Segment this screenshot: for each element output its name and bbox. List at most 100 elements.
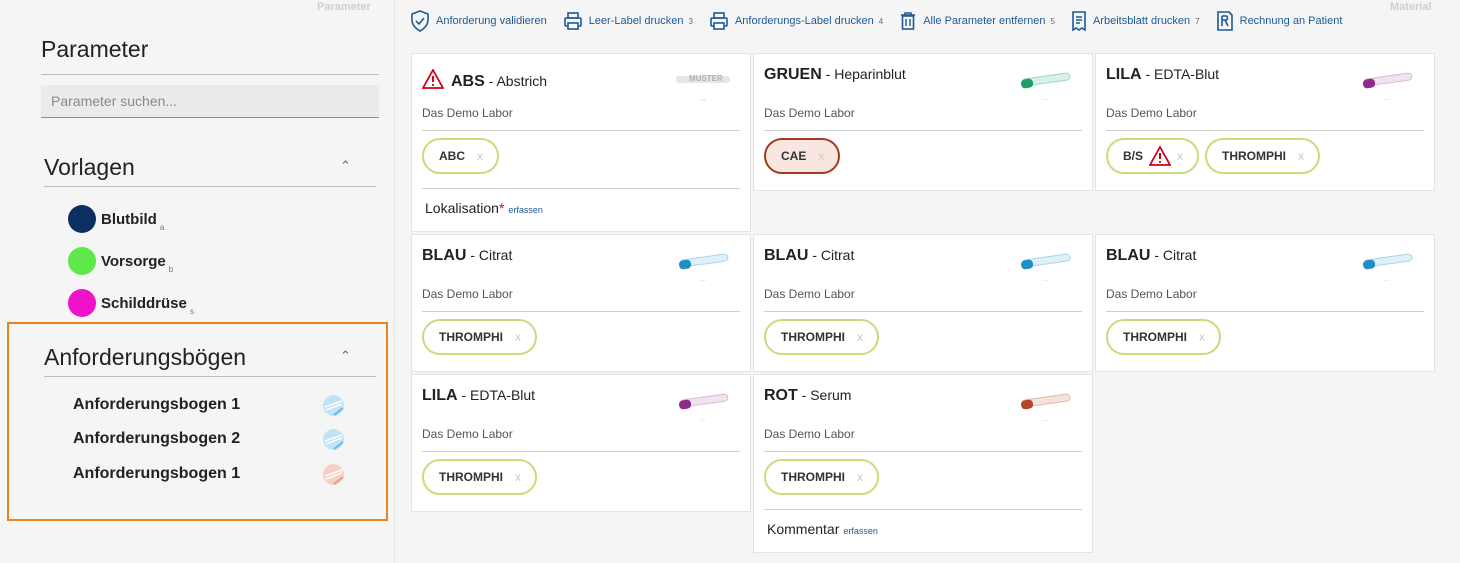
muster-tube-icon: MUSTER	[674, 70, 732, 104]
card-divider	[422, 451, 740, 452]
material-code: ROT	[764, 387, 798, 404]
action-toolbar: Anforderung validieren Leer-Label drucke…	[410, 9, 1358, 33]
chip-remove-icon[interactable]: x	[515, 470, 521, 484]
material-card-blau: BLAU - Citrat Das Demo Labor THROMPHI x	[411, 234, 751, 372]
material-card-gruen: GRUEN - Heparinblut Das Demo Labor CAE x	[753, 53, 1093, 191]
parameter-chip[interactable]: B/S x	[1106, 138, 1200, 174]
toolbar-label: Arbeitsblatt drucken	[1092, 15, 1191, 27]
parameter-search-input[interactable]	[41, 85, 379, 118]
card-footer-divider	[764, 509, 1082, 510]
salmon-sheet-icon	[323, 464, 344, 485]
material-name: - EDTA-Blut	[461, 387, 536, 403]
card-title: BLAU - Citrat	[422, 247, 512, 265]
material-code: LILA	[422, 387, 458, 404]
material-name: - Citrat	[1154, 247, 1197, 263]
toolbar-label: Leer-Label drucken	[588, 15, 684, 27]
anforderungsbogen-item[interactable]: Anforderungsbogen 2	[73, 430, 240, 448]
chip-label: CAE	[781, 149, 807, 163]
material-card-blau: BLAU - Citrat Das Demo Labor THROMPHI x	[753, 234, 1093, 372]
material-name: - EDTA-Blut	[1145, 66, 1220, 82]
chip-label: THROMPHI	[1222, 149, 1286, 163]
material-card-rot: ROT - Serum Das Demo Labor THROMPHI x Ko…	[753, 374, 1093, 553]
chip-label: THROMPHI	[439, 330, 503, 344]
green-tube-icon	[1016, 66, 1074, 101]
chip-label: THROMPHI	[439, 470, 503, 484]
anforderungsbogen-item[interactable]: Anforderungsbogen 1	[73, 465, 240, 483]
purple-tube-icon	[1358, 66, 1416, 101]
parameter-chip[interactable]: THROMPHI x	[1106, 319, 1221, 355]
parameter-chip[interactable]: CAE x	[764, 138, 841, 174]
template-blutbild[interactable]: Blutbild a	[68, 205, 164, 233]
chip-remove-icon[interactable]: x	[1177, 149, 1183, 163]
invoice-icon	[1216, 11, 1233, 31]
lab-name: Das Demo Labor	[422, 106, 513, 120]
material-code: GRUEN	[764, 66, 822, 83]
material-name: - Citrat	[470, 247, 513, 263]
vorlagen-collapse-chevron-icon[interactable]: ⌃	[340, 158, 351, 174]
red-tube-icon	[1016, 387, 1074, 422]
template-color-dot	[68, 247, 96, 275]
toolbar-shortcut-key: 4	[878, 16, 884, 26]
chip-label: THROMPHI	[781, 470, 845, 484]
lab-name: Das Demo Labor	[422, 427, 513, 441]
document-icon	[1072, 11, 1086, 31]
vorlagen-heading: Vorlagen	[44, 154, 135, 180]
chip-remove-icon[interactable]: x	[1199, 330, 1205, 344]
card-divider	[1106, 311, 1424, 312]
erfassen-link[interactable]: erfassen	[508, 205, 543, 215]
card-title: LILA - EDTA-Blut	[422, 387, 535, 405]
toolbar-label: Anforderungs-Label drucken	[734, 15, 874, 27]
template-color-dot	[68, 205, 96, 233]
print-request-label-button[interactable]: Anforderungs-Label drucken 4	[709, 11, 883, 31]
chip-label: THROMPHI	[781, 330, 845, 344]
material-card-blau: BLAU - Citrat Das Demo Labor THROMPHI x	[1095, 234, 1435, 372]
material-card-lila: LILA - EDTA-Blut Das Demo Labor THROMPHI…	[411, 374, 751, 512]
warning-icon	[1149, 146, 1172, 166]
parameter-chip[interactable]: ABC x	[422, 138, 499, 174]
template-schilddruese[interactable]: Schilddrüse s	[68, 289, 194, 317]
material-card-abs: ABS - Abstrich MUSTER Das Demo Labor ABC…	[411, 53, 751, 232]
card-divider	[1106, 130, 1424, 131]
template-vorsorge[interactable]: Vorsorge b	[68, 247, 173, 275]
blue-tube-icon	[1358, 247, 1416, 282]
invoice-patient-button[interactable]: Rechnung an Patient	[1216, 11, 1342, 31]
card-divider	[764, 130, 1082, 131]
template-label: Blutbild	[101, 210, 157, 228]
anforderungsbogen-item[interactable]: Anforderungsbogen 1	[73, 396, 240, 414]
anforderungsboegen-heading: Anforderungsbögen	[44, 344, 247, 370]
blue-tube-icon	[674, 247, 732, 282]
parameter-chip[interactable]: THROMPHI x	[764, 319, 879, 355]
chip-remove-icon[interactable]: x	[857, 470, 863, 484]
chip-label: B/S	[1123, 149, 1144, 163]
validate-request-button[interactable]: Anforderung validieren	[410, 10, 547, 32]
parameter-chip[interactable]: THROMPHI x	[764, 459, 879, 495]
card-title: ROT - Serum	[764, 387, 851, 405]
chip-remove-icon[interactable]: x	[857, 330, 863, 344]
toolbar-shortcut-key: 3	[688, 16, 693, 26]
parameter-chip[interactable]: THROMPHI x	[422, 319, 537, 355]
parameter-sidebar: Parameter Parameter Vorlagen ⌃ Blutbild …	[0, 0, 395, 563]
blue-sheet-icon	[323, 395, 344, 416]
parameter-chip[interactable]: THROMPHI x	[1205, 138, 1320, 174]
toolbar-shortcut-key: 7	[1195, 16, 1200, 26]
purple-tube-icon	[674, 387, 732, 422]
chip-remove-icon[interactable]: x	[818, 149, 824, 163]
toolbar-label: Anforderung validieren	[436, 15, 547, 27]
material-code: LILA	[1106, 66, 1142, 83]
chip-remove-icon[interactable]: x	[477, 149, 483, 163]
card-divider	[764, 451, 1082, 452]
chip-remove-icon[interactable]: x	[515, 330, 521, 344]
template-shortcut-key: b	[168, 264, 174, 274]
material-card-lila: LILA - EDTA-Blut Das Demo Labor B/S x TH…	[1095, 53, 1435, 191]
chip-remove-icon[interactable]: x	[1298, 149, 1304, 163]
boegen-divider	[44, 376, 376, 377]
remove-all-parameters-button[interactable]: Alle Parameter entfernen 5	[899, 11, 1055, 31]
print-blank-label-button[interactable]: Leer-Label drucken 3	[563, 11, 693, 31]
lab-name: Das Demo Labor	[764, 287, 855, 301]
erfassen-link[interactable]: erfassen	[843, 526, 878, 536]
parameter-chip[interactable]: THROMPHI x	[422, 459, 537, 495]
print-worksheet-button[interactable]: Arbeitsblatt drucken 7	[1071, 11, 1200, 31]
card-title: ABS - Abstrich	[451, 73, 547, 91]
boegen-collapse-chevron-icon[interactable]: ⌃	[340, 348, 351, 364]
card-title: LILA - EDTA-Blut	[1106, 66, 1219, 84]
